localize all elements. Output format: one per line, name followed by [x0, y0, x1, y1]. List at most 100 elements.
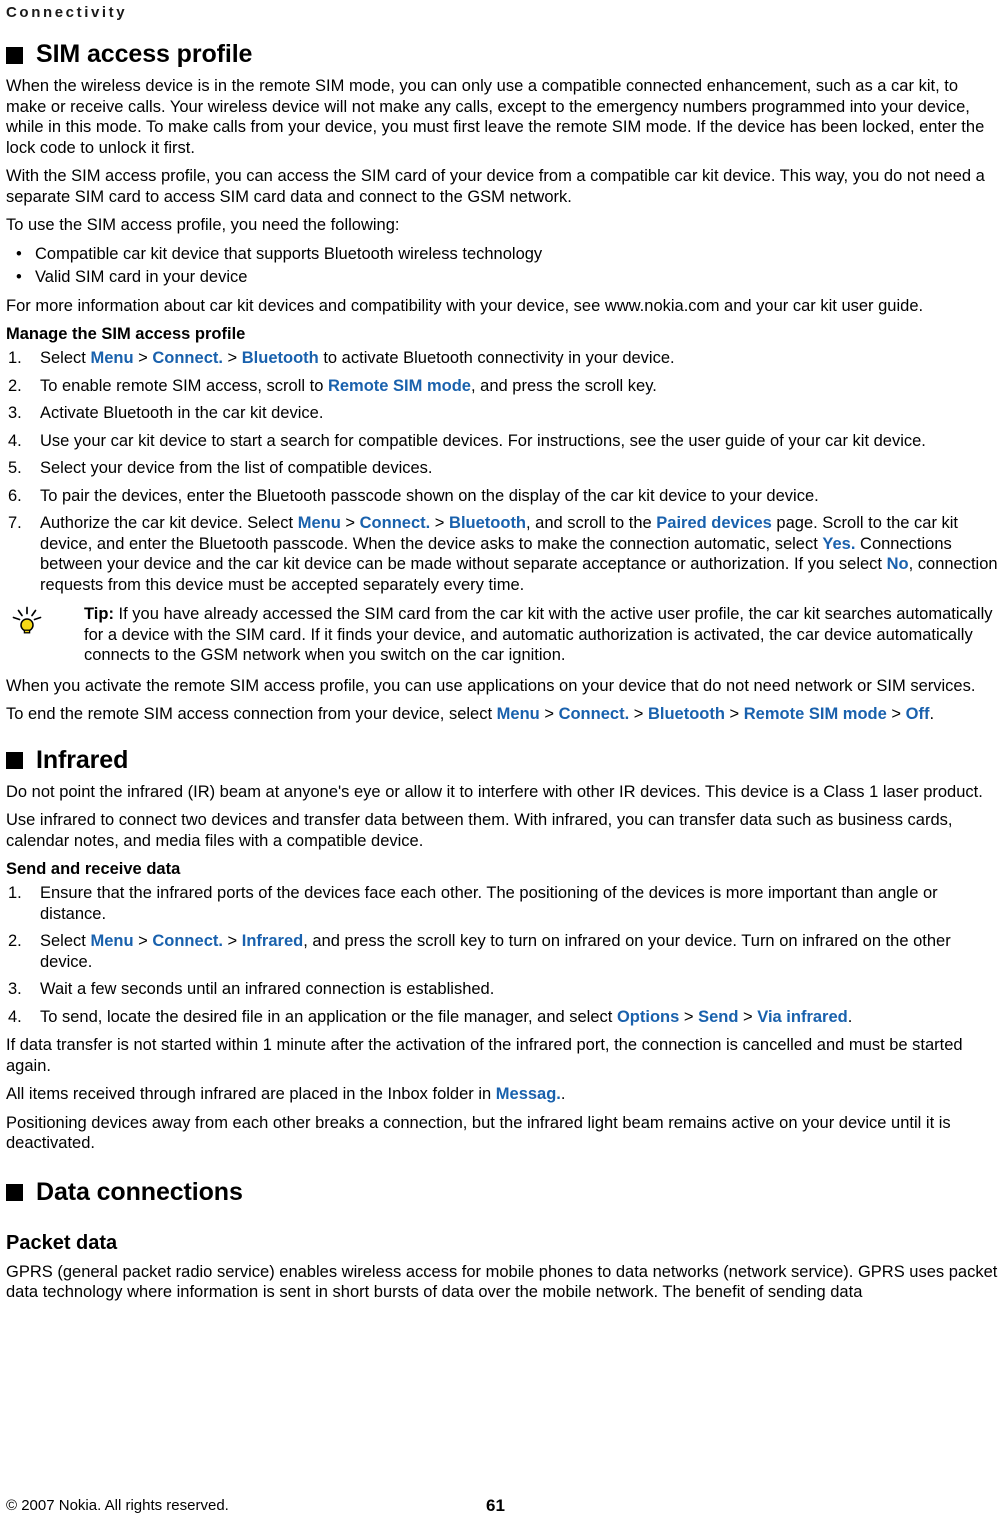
list-item: 4. Use your car kit device to start a sea… — [6, 431, 998, 452]
text-run: . — [929, 705, 935, 723]
ui-path-term: Connect. — [558, 705, 630, 723]
ui-path-term: Yes. — [822, 534, 856, 553]
step-number: 2. — [8, 376, 22, 395]
list-item: 6. To pair the devices, enter the Bluetoo… — [6, 486, 998, 507]
ui-path-term: Menu — [90, 932, 134, 950]
ui-path-term: Connect. — [359, 514, 431, 532]
requirements-list: Compatible car kit device that supports … — [6, 244, 998, 288]
ui-path-term: Bluetooth — [449, 514, 527, 532]
text-run: Select — [40, 349, 91, 367]
text-run: . — [560, 1085, 566, 1103]
ui-path-term: Menu — [496, 705, 540, 723]
page-footer: © 2007 Nokia. All rights reserved. 61 — [6, 1496, 998, 1518]
paragraph-inbox-folder: All items received through infrared are … — [6, 1084, 998, 1105]
tip-body-text: If you have already accessed the SIM car… — [84, 605, 993, 664]
ui-path-term: Infrared — [241, 932, 304, 950]
ui-path-term: Off — [905, 705, 930, 723]
path-separator: > — [724, 705, 744, 723]
text-run: Authorize the car kit device. Select — [40, 514, 298, 532]
list-item: 4. To send, locate the desired file in an… — [6, 1007, 998, 1028]
paragraph: To use the SIM access profile, you need … — [6, 216, 400, 234]
path-separator: > — [133, 932, 153, 950]
text-run: Select — [40, 932, 91, 950]
list-item: 1. Select Menu > Connect. > Bluetooth to … — [6, 348, 998, 369]
text-run: To send, locate the desired file in an a… — [40, 1007, 617, 1026]
text-run: Wait a few seconds until an infrared con… — [40, 980, 495, 998]
copyright-notice: © 2007 Nokia. All rights reserved. — [6, 1497, 229, 1514]
ui-path-term: Messag. — [495, 1085, 561, 1103]
paragraph: With the SIM access profile, you can acc… — [6, 167, 985, 206]
path-separator: > — [340, 514, 360, 532]
ui-path-term: Remote SIM mode — [743, 705, 887, 723]
manual-page: Connectivity SIM access profile When the… — [0, 0, 1004, 1534]
section-heading-sim-access-profile: SIM access profile — [6, 41, 998, 67]
text-run: To pair the devices, enter the Bluetooth… — [40, 486, 819, 505]
list-item: 2. Select Menu > Connect. > Infrared, and… — [6, 931, 998, 972]
text-run: , and press the scroll key. — [470, 376, 657, 395]
section-heading-infrared: Infrared — [6, 747, 998, 773]
section-title: Infrared — [36, 745, 129, 774]
square-bullet-icon — [6, 46, 23, 64]
section-heading-data-connections: Data connections — [6, 1179, 998, 1205]
paragraph: When you activate the remote SIM access … — [6, 676, 976, 695]
step-number: 5. — [8, 459, 22, 477]
running-head: Connectivity — [6, 4, 128, 21]
paragraph: Positioning devices away from each other… — [6, 1113, 951, 1153]
path-separator: > — [629, 705, 648, 723]
list-item: 3. Activate Bluetooth in the car kit devi… — [6, 403, 998, 424]
text-run: Activate Bluetooth in the car kit device… — [40, 404, 324, 422]
step-number: 4. — [8, 1007, 22, 1026]
text-run: To enable remote SIM access, scroll to — [40, 376, 328, 395]
text-run: , and scroll to the — [526, 514, 657, 532]
steps-list-infrared: 1. Ensure that the infrared ports of the … — [6, 883, 998, 1027]
runin-heading-manage-sim: Manage the SIM access profile — [6, 325, 246, 343]
subsection-heading-packet-data: Packet data — [6, 1231, 118, 1254]
ui-path-term: No — [886, 555, 909, 573]
path-separator: > — [539, 705, 559, 723]
path-separator: > — [738, 1007, 758, 1026]
paragraph: For more information about car kit devic… — [6, 296, 924, 315]
paragraph: If data transfer is not started within 1… — [6, 1036, 963, 1075]
ui-path-term: Menu — [297, 514, 341, 532]
ui-path-term: Via infrared — [757, 1007, 848, 1026]
ui-path-term: Menu — [90, 349, 134, 367]
steps-list-sim: 1. Select Menu > Connect. > Bluetooth to … — [6, 348, 998, 595]
paragraph: GPRS (general packet radio service) enab… — [6, 1262, 998, 1302]
ui-path-term: Paired devices — [656, 514, 772, 532]
path-separator: > — [886, 705, 906, 723]
step-number: 1. — [8, 884, 22, 902]
list-item: 2. To enable remote SIM access, scroll to… — [6, 376, 998, 397]
section-title: SIM access profile — [36, 40, 253, 68]
list-item: 5. Select your device from the list of co… — [6, 458, 998, 479]
paragraph: Use infrared to connect two devices and … — [6, 811, 953, 850]
list-item: 7. Authorize the car kit device. Select M… — [6, 513, 998, 595]
tip-callout: Tip: If you have already accessed the SI… — [6, 604, 998, 666]
path-separator: > — [430, 514, 450, 532]
ui-path-term: Bluetooth — [647, 705, 725, 723]
ui-path-term: Bluetooth — [241, 349, 319, 367]
text-run: To end the remote SIM access connection … — [6, 705, 497, 723]
tip-label: Tip: — [84, 605, 114, 623]
step-number: 7. — [8, 514, 22, 532]
path-separator: > — [679, 1007, 699, 1026]
paragraph-end-remote-sim: To end the remote SIM access connection … — [6, 704, 998, 725]
runin-heading-send-receive: Send and receive data — [6, 860, 181, 878]
section-title: Data connections — [36, 1177, 243, 1206]
ui-path-term: Options — [616, 1007, 680, 1026]
ui-path-term: Connect. — [152, 932, 223, 950]
text-run: Use your car kit device to start a searc… — [40, 431, 926, 450]
square-bullet-icon — [6, 1184, 23, 1201]
step-number: 2. — [8, 932, 22, 950]
path-separator: > — [222, 349, 242, 367]
ui-path-term: Send — [698, 1007, 739, 1026]
step-number: 3. — [8, 980, 22, 998]
path-separator: > — [222, 932, 242, 950]
step-number: 1. — [8, 349, 22, 367]
list-item: 3. Wait a few seconds until an infrared c… — [6, 979, 998, 1000]
lightbulb-icon — [6, 604, 84, 666]
ui-path-term: Remote SIM mode — [327, 376, 471, 395]
text-run: Ensure that the infrared ports of the de… — [40, 884, 938, 923]
list-item: Valid SIM card in your device — [6, 267, 998, 288]
step-number: 4. — [8, 431, 22, 450]
text-run: All items received through infrared are … — [6, 1085, 496, 1103]
